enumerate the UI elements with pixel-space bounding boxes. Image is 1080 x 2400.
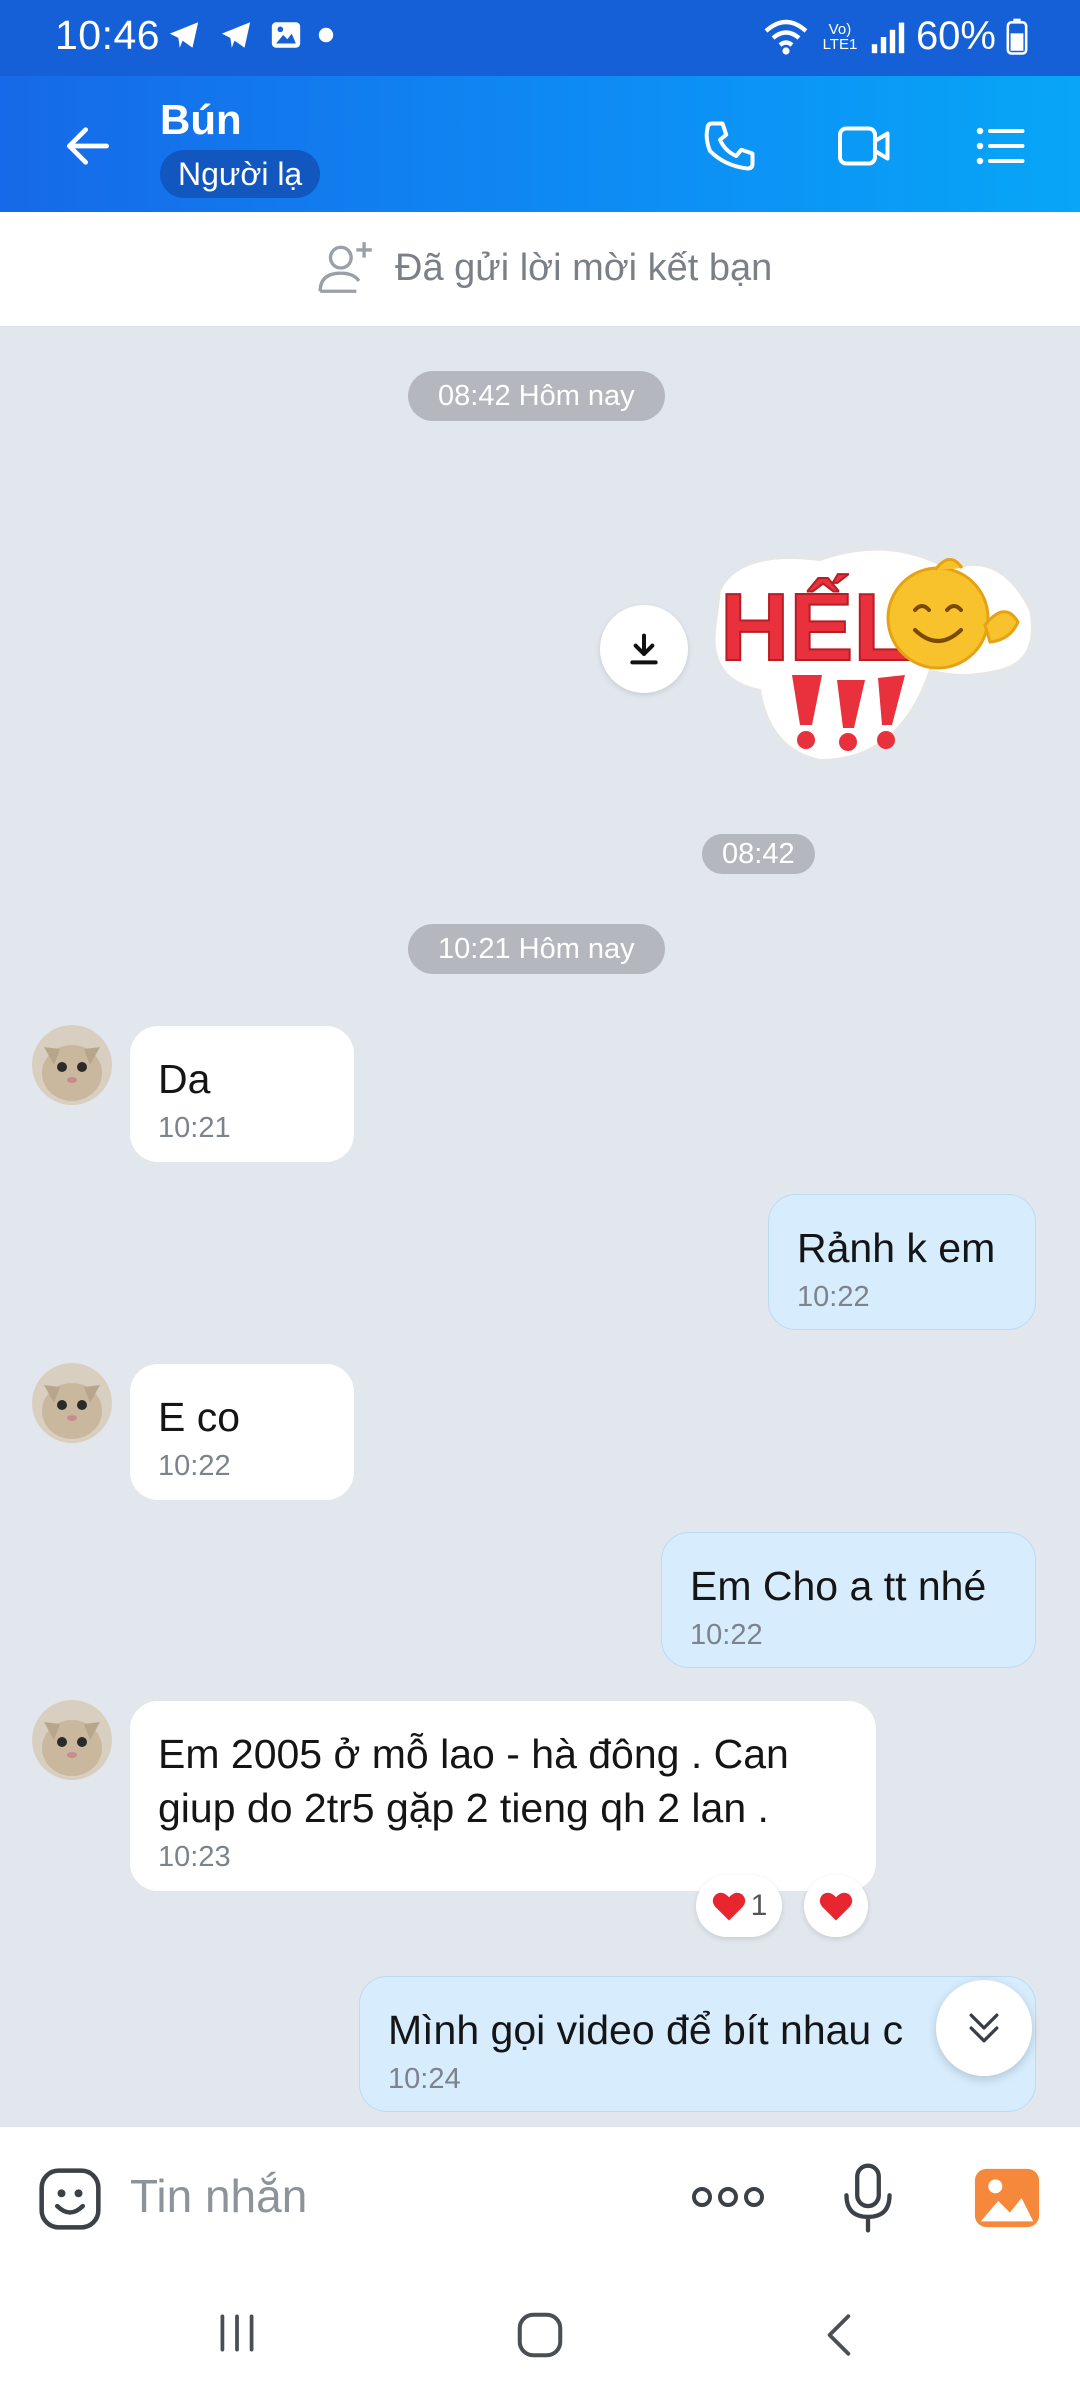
avatar[interactable] [32, 1363, 112, 1443]
avatar[interactable] [32, 1700, 112, 1780]
message-time: 10:22 [797, 1281, 870, 1313]
status-bar: 10:46 Vo) LTE1 60% [0, 0, 1080, 76]
heart-icon [819, 1892, 853, 1921]
notification-icons [165, 18, 335, 52]
back-arrow-icon[interactable] [60, 118, 116, 174]
battery-percent: 60% [915, 14, 996, 58]
friend-request-text: Đã gửi lời mời kết bạn [395, 246, 773, 289]
recent-apps-icon[interactable] [212, 2308, 262, 2358]
sticker-time: 08:42 [702, 834, 815, 874]
date-separator: 08:42 Hôm nay [408, 371, 665, 421]
message-text: E co [158, 1394, 241, 1440]
message-time: 10:21 [158, 1112, 231, 1144]
status-time: 10:46 [55, 12, 161, 58]
menu-list-icon[interactable] [970, 116, 1030, 176]
wifi-icon [764, 19, 808, 55]
video-call-icon[interactable] [835, 116, 895, 176]
message-bubble-outgoing[interactable]: Mình gọi video để bít nhau c 10:24 [359, 1976, 1036, 2112]
friend-request-banner: Đã gửi lời mời kết bạn [0, 212, 1080, 327]
download-icon [630, 633, 658, 665]
message-bubble-outgoing[interactable]: Em Cho a tt nhé 10:22 [661, 1532, 1036, 1668]
more-options-icon[interactable] [690, 2177, 766, 2217]
battery-icon [1006, 18, 1028, 55]
message-input-bar: Tin nhắn [0, 2126, 1080, 2268]
message-time: 10:22 [690, 1619, 763, 1651]
message-time: 10:24 [388, 2063, 461, 2095]
telegram-icon [169, 22, 199, 48]
message-bubble-incoming[interactable]: Em 2005 ở mỗ lao - hà đông . Can giup do… [130, 1701, 876, 1891]
message-bubble-incoming[interactable]: E co 10:22 [130, 1364, 354, 1500]
message-text: Em 2005 ở mỗ lao - hà đông . Can giup do… [158, 1731, 789, 1831]
gallery-picker-icon[interactable] [972, 2165, 1042, 2231]
add-friend-icon [318, 242, 372, 293]
message-text: Em Cho a tt nhé [690, 1563, 987, 1609]
chat-header: Bún Người lạ [0, 76, 1080, 212]
back-nav-icon[interactable] [815, 2308, 865, 2362]
emoji-sticker-icon[interactable] [36, 2165, 104, 2233]
date-separator: 10:21 Hôm nay [408, 924, 665, 974]
message-bubble-incoming[interactable]: Da 10:21 [130, 1026, 354, 1162]
message-time: 10:22 [158, 1450, 231, 1482]
heart-icon [712, 1892, 745, 1921]
system-icons: Vo) LTE1 60% [762, 14, 1028, 59]
message-text: Da [158, 1056, 211, 1102]
signal-icon [871, 22, 905, 53]
hello-sticker[interactable]: HẾLO [700, 530, 1040, 770]
cat-avatar-image [32, 1363, 112, 1443]
reaction-summary[interactable]: 1 [696, 1875, 782, 1937]
telegram-icon [221, 22, 251, 48]
message-input[interactable]: Tin nhắn [130, 2169, 307, 2223]
message-bubble-outgoing[interactable]: Rảnh k em 10:22 [768, 1194, 1036, 1330]
message-text: Rảnh k em [797, 1225, 996, 1271]
contact-name[interactable]: Bún [160, 96, 242, 144]
dot-icon [318, 27, 334, 43]
message-time: 10:23 [158, 1841, 231, 1873]
system-navigation-bar [0, 2268, 1080, 2400]
gallery-icon [271, 22, 301, 48]
network-label: Vo) LTE1 [822, 20, 858, 53]
cat-avatar-image [32, 1025, 112, 1105]
phone-call-icon[interactable] [700, 116, 760, 176]
download-button[interactable] [600, 605, 688, 693]
double-chevron-down-icon [969, 2013, 999, 2043]
stranger-badge: Người lạ [160, 150, 321, 198]
scroll-to-bottom-button[interactable] [936, 1980, 1032, 2076]
home-icon[interactable] [513, 2308, 567, 2362]
cat-avatar-image [32, 1700, 112, 1780]
message-text: Mình gọi video để bít nhau c [388, 2007, 904, 2053]
avatar[interactable] [32, 1025, 112, 1105]
reaction-count: 1 [750, 1889, 768, 1922]
microphone-icon[interactable] [840, 2163, 896, 2233]
react-heart-button[interactable] [804, 1875, 868, 1937]
